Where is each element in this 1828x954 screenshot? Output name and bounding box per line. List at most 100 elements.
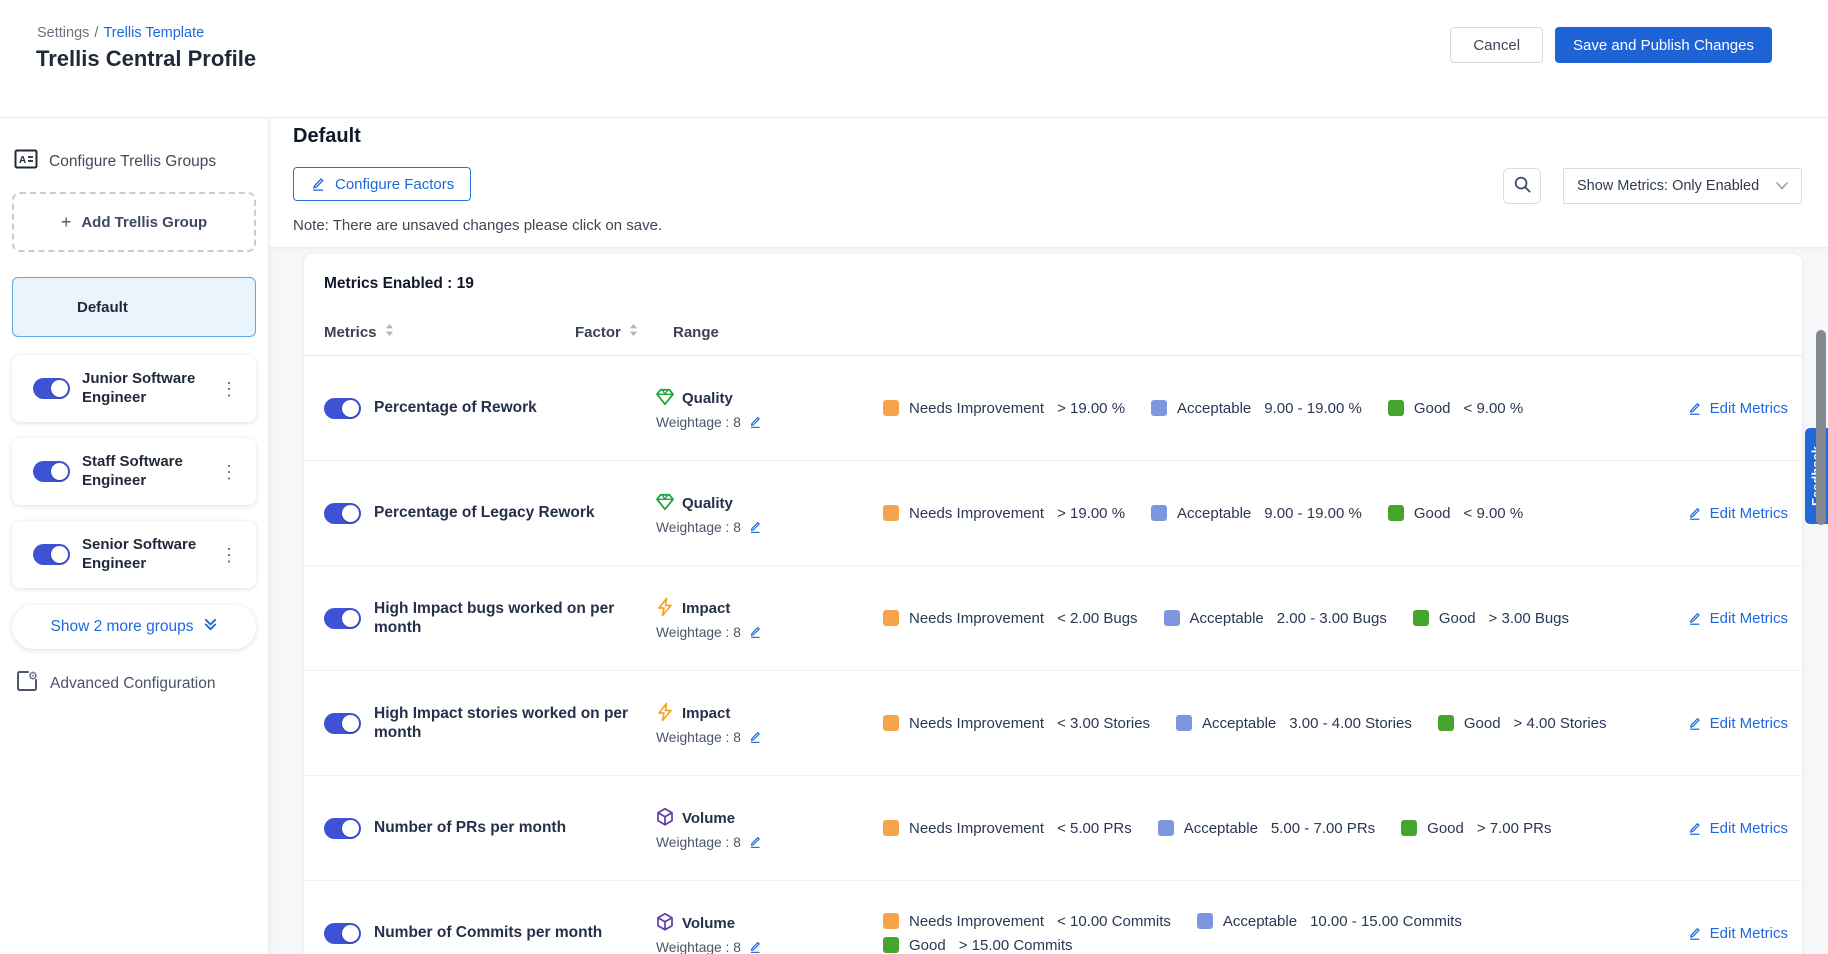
metric-enabled-toggle[interactable] [324,818,361,839]
range-value: > 19.00 % [1057,400,1125,417]
toggle-knob [342,505,359,522]
show-more-groups-button[interactable]: Show 2 more groups [12,605,256,649]
range-item: Acceptable 10.00 - 15.00 Commits [1197,913,1462,930]
kebab-menu-icon[interactable]: ⋮ [214,459,244,485]
range-label: Good [909,937,946,954]
quality-factor-icon [655,492,675,516]
factor-weightage: Weightage : 8 [656,415,741,430]
toggle-knob [342,715,359,732]
breadcrumb-trellis-template[interactable]: Trellis Template [103,25,204,41]
main-content: Default Configure Factors Note: There ar… [268,117,1828,954]
factor-weightage: Weightage : 8 [656,730,741,745]
pencil-icon [310,176,326,192]
edit-weightage-pencil-icon[interactable] [748,625,762,639]
page-title: Trellis Central Profile [36,46,256,72]
configure-factors-label: Configure Factors [335,176,454,193]
metric-name: Percentage of Legacy Rework [374,503,605,522]
edit-metrics-link[interactable]: Edit Metrics [1687,400,1788,417]
cancel-button[interactable]: Cancel [1450,27,1543,63]
range-color-swatch [1413,610,1429,626]
metrics-enabled-summary: Metrics Enabled : 19 [304,254,1802,293]
group-enabled-toggle[interactable] [33,378,70,399]
range-value: > 15.00 Commits [959,937,1073,954]
factor-name: Quality [682,495,733,512]
plus-icon: + [61,212,72,233]
metrics-rows: Percentage of Rework Quality Weightage :… [304,356,1802,954]
edit-weightage-pencil-icon[interactable] [748,835,762,849]
range-item: Good > 7.00 PRs [1401,820,1551,837]
configure-trellis-groups-header: A Configure Trellis Groups [14,147,216,176]
metric-enabled-toggle[interactable] [324,923,361,944]
edit-weightage-pencil-icon[interactable] [748,415,762,429]
edit-metrics-link[interactable]: Edit Metrics [1687,610,1788,627]
sidebar-group-card[interactable]: Staff Software Engineer ⋮ [12,438,256,505]
edit-metrics-link[interactable]: Edit Metrics [1687,715,1788,732]
edit-metrics-link[interactable]: Edit Metrics [1687,820,1788,837]
sidebar-item-default-group[interactable]: Default [12,277,256,337]
range-label: Good [1464,715,1501,732]
default-group-label: Default [77,299,128,316]
edit-metrics-label: Edit Metrics [1710,820,1788,837]
pencil-icon [1687,821,1702,836]
edit-weightage-pencil-icon[interactable] [748,730,762,744]
range-label: Good [1414,505,1451,522]
kebab-menu-icon[interactable]: ⋮ [214,376,244,402]
edit-weightage-pencil-icon[interactable] [748,940,762,954]
column-header-factor[interactable]: Factor [575,323,673,341]
metric-enabled-toggle[interactable] [324,398,361,419]
range-item: Acceptable 5.00 - 7.00 PRs [1158,820,1375,837]
metric-cell: High Impact bugs worked on per month [324,599,655,638]
edit-metrics-link[interactable]: Edit Metrics [1687,925,1788,942]
add-trellis-group-label: Add Trellis Group [81,214,207,231]
range-label: Needs Improvement [909,505,1044,522]
group-enabled-toggle[interactable] [33,544,70,565]
unsaved-changes-note: Note: There are unsaved changes please c… [293,217,662,234]
chevron-down-icon [1776,178,1788,194]
range-list: Needs Improvement > 19.00 % Acceptable 9… [883,400,1687,417]
add-trellis-group-button[interactable]: + Add Trellis Group [12,192,256,252]
group-title: Default [293,125,361,148]
range-color-swatch [1388,400,1404,416]
sidebar-group-card[interactable]: Senior Software Engineer ⋮ [12,521,256,588]
id-card-icon: A [14,147,38,176]
factor-cell: Impact Weightage : 8 [655,597,825,640]
column-header-metrics[interactable]: Metrics [324,323,575,341]
show-metrics-dropdown[interactable]: Show Metrics: Only Enabled [1563,168,1802,204]
kebab-menu-icon[interactable]: ⋮ [214,542,244,568]
group-enabled-toggle[interactable] [33,461,70,482]
advanced-configuration-button[interactable]: ⚙ Advanced Configuration [15,669,215,698]
edit-weightage-pencil-icon[interactable] [748,520,762,534]
search-button[interactable] [1503,168,1541,204]
range-color-swatch [1158,820,1174,836]
edit-metrics-label: Edit Metrics [1710,400,1788,417]
range-item: Good < 9.00 % [1388,400,1523,417]
metric-cell: Percentage of Legacy Rework [324,503,655,524]
breadcrumb-settings[interactable]: Settings [37,25,89,41]
metric-enabled-toggle[interactable] [324,503,361,524]
factor-weightage: Weightage : 8 [656,835,741,850]
metric-enabled-toggle[interactable] [324,713,361,734]
metric-enabled-toggle[interactable] [324,608,361,629]
range-item: Acceptable 2.00 - 3.00 Bugs [1164,610,1387,627]
column-header-range: Range [673,324,1802,341]
range-label: Acceptable [1190,610,1264,627]
range-label: Needs Improvement [909,820,1044,837]
range-value: > 19.00 % [1057,505,1125,522]
range-color-swatch [883,937,899,953]
vertical-scrollbar-thumb[interactable] [1816,330,1826,525]
factor-name: Impact [682,705,730,722]
range-value: 9.00 - 19.00 % [1264,505,1362,522]
edit-metrics-link[interactable]: Edit Metrics [1687,505,1788,522]
range-item: Good > 3.00 Bugs [1413,610,1569,627]
range-item: Needs Improvement > 19.00 % [883,505,1125,522]
range-column-label: Range [673,324,719,341]
save-and-publish-button[interactable]: Save and Publish Changes [1555,27,1772,63]
sidebar: A Configure Trellis Groups + Add Trellis… [0,117,269,954]
range-item: Needs Improvement < 2.00 Bugs [883,610,1138,627]
configure-factors-button[interactable]: Configure Factors [293,167,471,201]
sidebar-group-card[interactable]: Junior Software Engineer ⋮ [12,355,256,422]
group-list: Junior Software Engineer ⋮ Staff Softwar… [12,355,256,588]
toggle-knob [51,546,68,563]
range-value: > 4.00 Stories [1514,715,1607,732]
metric-table-row: High Impact stories worked on per month … [304,671,1802,776]
